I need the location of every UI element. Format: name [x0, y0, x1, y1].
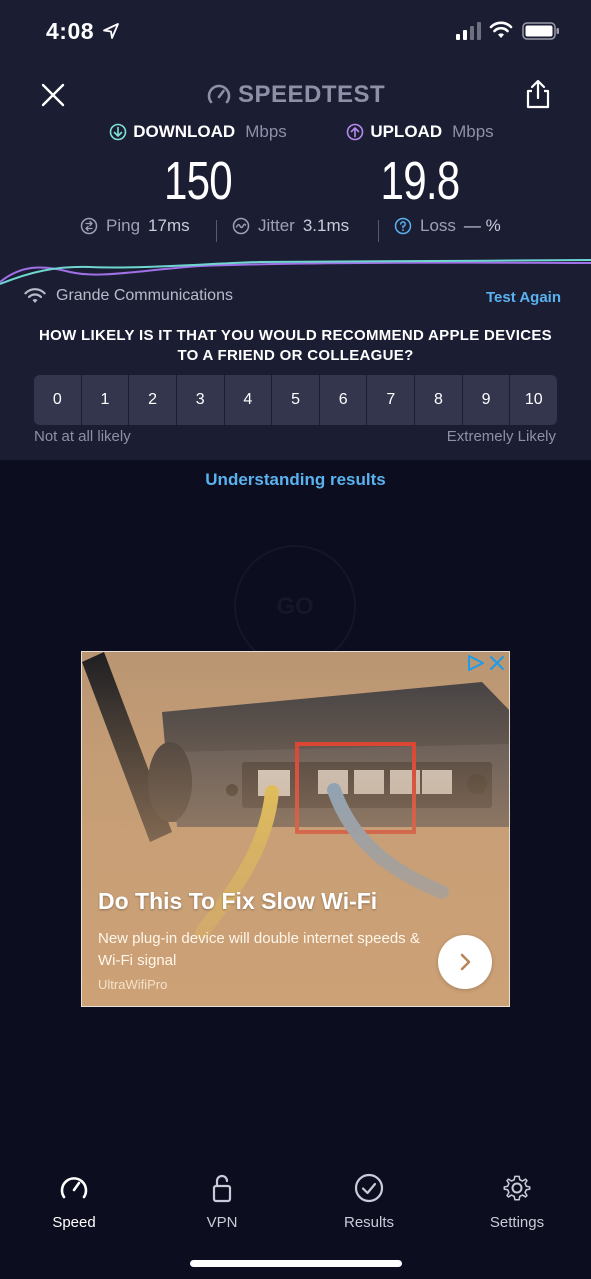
cellular-signal-icon	[456, 22, 481, 40]
upload-label-row: UPLOAD Mbps	[300, 122, 540, 142]
speed-graph	[0, 259, 591, 285]
checkmark-circle-icon	[354, 1173, 384, 1203]
location-arrow-icon	[103, 23, 119, 39]
upload-value: 19.8	[380, 151, 461, 211]
wifi-icon	[24, 288, 46, 303]
understanding-results-link[interactable]: Understanding results	[0, 470, 591, 490]
loss-unit: %	[485, 216, 501, 235]
speedometer-icon	[60, 1177, 88, 1199]
loss-label: Loss	[420, 216, 456, 235]
stat-divider	[378, 220, 379, 242]
tab-settings-label: Settings	[489, 1214, 545, 1231]
rating-option-9[interactable]: 9	[462, 375, 511, 425]
rating-option-0[interactable]: 0	[34, 375, 82, 425]
rating-scale: 0 1 2 3 4 5 6 7 8 9 10	[34, 375, 557, 425]
question-circle-icon[interactable]	[394, 217, 412, 235]
go-button[interactable]: GO	[234, 545, 356, 667]
adchoices-icon[interactable]	[466, 654, 486, 672]
wifi-icon	[489, 21, 513, 38]
rating-option-5[interactable]: 5	[272, 375, 320, 425]
loss-value: — %	[464, 216, 501, 236]
rating-option-1[interactable]: 1	[81, 375, 130, 425]
ping-value: 17ms	[148, 216, 190, 236]
tab-speed[interactable]: Speed	[14, 1172, 134, 1231]
download-unit: Mbps	[245, 122, 287, 141]
rating-option-8[interactable]: 8	[415, 375, 463, 425]
rating-option-3[interactable]: 3	[176, 375, 225, 425]
download-metric: DOWNLOAD Mbps 150	[78, 122, 318, 212]
rating-option-7[interactable]: 7	[367, 375, 416, 425]
scale-high-label: Extremely Likely	[446, 428, 556, 445]
download-arrow-icon	[109, 123, 127, 141]
upload-label: UPLOAD	[370, 122, 443, 141]
ping-label: Ping	[106, 216, 141, 235]
jitter-icon	[232, 217, 250, 235]
close-icon[interactable]	[38, 80, 68, 110]
go-label: GO	[276, 593, 314, 620]
chevron-right-icon	[460, 953, 471, 971]
rating-option-2[interactable]: 2	[129, 375, 177, 425]
rating-option-4[interactable]: 4	[224, 375, 273, 425]
provider-name: Grande Communications	[56, 287, 233, 304]
survey-question-line2: TO A FRIEND OR COLLEAGUE?	[177, 347, 414, 364]
scale-low-label: Not at all likely	[34, 428, 131, 445]
survey-question-line1: HOW LIKELY IS IT THAT YOU WOULD RECOMMEN…	[39, 327, 552, 344]
jitter-label: Jitter	[258, 216, 295, 235]
ad-cta-button[interactable]	[438, 935, 492, 989]
share-icon[interactable]	[524, 78, 552, 110]
download-value: 150	[164, 151, 233, 211]
ad-body[interactable]: New plug-in device will double internet …	[98, 928, 428, 972]
gauge-icon	[207, 84, 231, 104]
status-bar: 4:08	[0, 0, 591, 64]
upload-unit: Mbps	[452, 122, 494, 141]
download-label-row: DOWNLOAD Mbps	[78, 122, 318, 142]
ping-icon	[80, 217, 98, 235]
tab-vpn-label: VPN	[206, 1214, 238, 1231]
tab-results[interactable]: Results	[309, 1172, 429, 1231]
loss-number: —	[463, 216, 481, 235]
lock-icon	[212, 1174, 232, 1203]
ad-source[interactable]: UltraWifiPro	[98, 977, 167, 992]
ping-stat: Ping 17ms	[80, 216, 190, 236]
ad-close-icon[interactable]	[488, 655, 506, 671]
jitter-unit: ms	[326, 216, 350, 235]
rating-option-6[interactable]: 6	[319, 375, 368, 425]
speedtest-logo: SPEEDTEST	[206, 80, 385, 110]
jitter-number: 3.1	[302, 216, 327, 235]
loss-stat[interactable]: Loss — %	[394, 216, 501, 236]
jitter-value: 3.1ms	[303, 216, 349, 236]
tab-settings[interactable]: Settings	[457, 1172, 577, 1231]
provider-row: Grande Communications	[24, 287, 233, 305]
brand-name: SPEEDTEST	[238, 81, 386, 108]
ping-unit: ms	[166, 216, 190, 235]
tab-results-label: Results	[343, 1214, 395, 1231]
tab-vpn[interactable]: VPN	[162, 1172, 282, 1231]
stat-divider	[216, 220, 217, 242]
latency-stats: Ping 17ms Jitter 3.1ms Loss — %	[0, 216, 591, 246]
battery-icon	[522, 22, 559, 40]
rating-option-10[interactable]: 10	[510, 375, 557, 425]
upload-graph-line	[0, 261, 591, 283]
survey-question: HOW LIKELY IS IT THAT YOU WOULD RECOMMEN…	[0, 326, 591, 366]
upload-arrow-icon	[347, 123, 364, 141]
status-time: 4:08	[46, 18, 95, 44]
upload-metric: UPLOAD Mbps 19.8	[300, 122, 540, 212]
test-again-button[interactable]: Test Again	[486, 289, 561, 306]
download-label: DOWNLOAD	[133, 122, 236, 141]
jitter-stat: Jitter 3.1ms	[232, 216, 349, 236]
ping-number: 17	[148, 216, 167, 235]
gear-icon	[503, 1175, 531, 1201]
home-indicator	[190, 1260, 402, 1267]
ad-headline[interactable]: Do This To Fix Slow Wi-Fi	[98, 888, 377, 915]
tab-speed-label: Speed	[52, 1214, 96, 1231]
